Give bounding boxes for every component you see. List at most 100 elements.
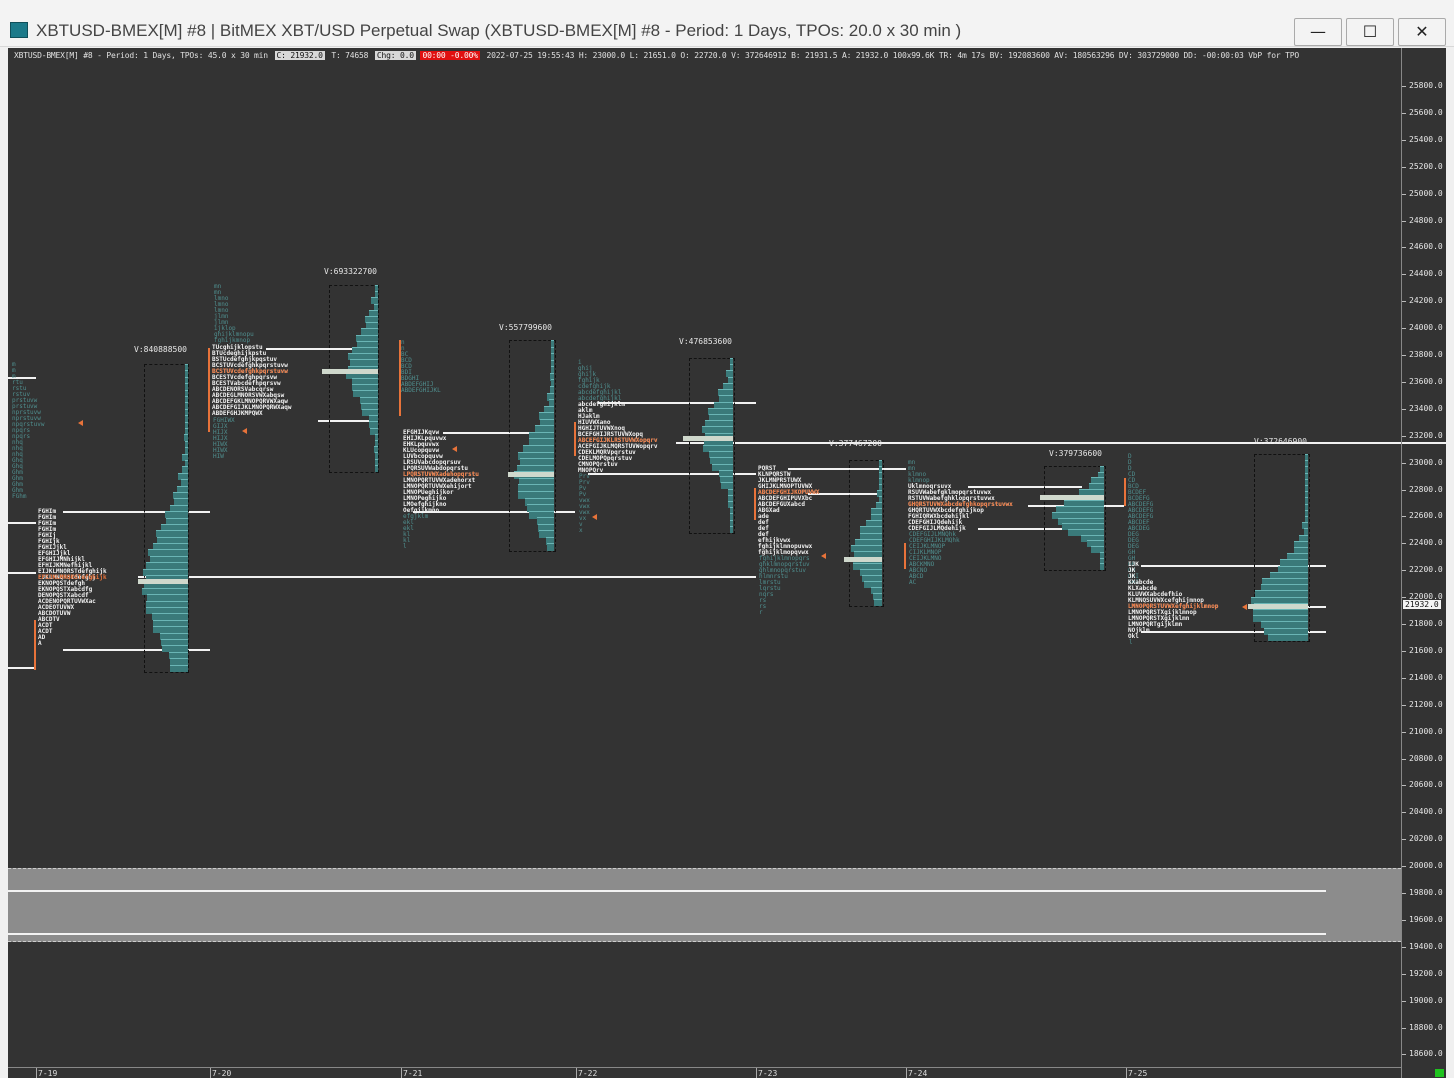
initial-balance-bar (208, 348, 210, 432)
price-tick-label: 24200.0 (1409, 296, 1443, 305)
price-tick (1402, 463, 1406, 464)
tpo-body-7-24: Uklmnoqrsuvx RSUVWabefgklmopqrstuvwx RST… (908, 483, 1013, 532)
date-label: 7-20 (212, 1069, 232, 1078)
infobar-ticks: T: 74658 (331, 51, 369, 60)
volume-bar (726, 370, 733, 377)
price-tick (1402, 382, 1406, 383)
tpo-open-row-7-20: BCSTUVcdefghkpqrstuvw (212, 368, 288, 375)
last-price-label: 21932.0 (1403, 600, 1441, 609)
volume-bar (146, 562, 188, 569)
tpo-open-row-7-21: LPQRSTUVWXadehopqrstu (403, 471, 479, 478)
infobar-change: Chg: 0.0 (374, 51, 416, 60)
volume-bar (375, 452, 378, 459)
price-tick-label: 20400.0 (1409, 807, 1443, 816)
volume-bar (1304, 528, 1308, 535)
volume-label-7-22: V:557799600 (499, 323, 552, 332)
date-label: 7-23 (758, 1069, 778, 1078)
volume-bar (1268, 634, 1308, 641)
price-tick-label: 21800.0 (1409, 619, 1443, 628)
poc-bar (844, 557, 882, 562)
volume-bar (353, 390, 378, 397)
price-tick-label: 21200.0 (1409, 700, 1443, 709)
volume-bar (185, 447, 188, 454)
level-line (8, 522, 36, 524)
price-tick-label: 24400.0 (1409, 269, 1443, 278)
volume-label-current: V:372646900 (1254, 437, 1307, 446)
price-tick (1402, 678, 1406, 679)
initial-balance-bar (34, 620, 36, 670)
price-tick-label: 23000.0 (1409, 458, 1443, 467)
market-profile-chart[interactable]: XBTUSD-BMEX[M] #8 - Period: 1 Days, TPOs… (8, 48, 1446, 1078)
price-tick-label: 21600.0 (1409, 646, 1443, 655)
infobar-symbol: XBTUSD-BMEX[M] #8 - Period: 1 Days, TPOs… (14, 51, 268, 60)
price-tick (1402, 974, 1406, 975)
price-tick (1402, 732, 1406, 733)
volume-bar (371, 297, 378, 304)
price-tick-label: 19200.0 (1409, 969, 1443, 978)
volume-bar (874, 599, 882, 606)
price-tick-label: 20200.0 (1409, 834, 1443, 843)
price-tick-label: 22000.0 (1409, 592, 1443, 601)
volume-bar (1100, 563, 1104, 570)
initial-balance-bar (754, 488, 756, 520)
minimize-button[interactable]: — (1294, 18, 1342, 46)
volume-bar (361, 328, 378, 335)
tpo-open-row-7-23: ABCDEFGHIJKOPUVWX (758, 489, 820, 496)
price-tick (1402, 759, 1406, 760)
price-tick (1402, 516, 1406, 517)
volume-bar (152, 613, 188, 620)
volume-bar (1305, 497, 1308, 504)
tpo-tail2-7-24: CDEFGIJLMNQhk CDEFGHIJKLMQhk CEIJKLMNOP … (909, 531, 960, 586)
naked-poc-line (138, 576, 756, 578)
volume-label-7-24: V:377467200 (829, 439, 882, 448)
volume-bar (730, 513, 733, 520)
price-axis[interactable]: 21932.0 25800.0 25600.0 25400.0 25200.0 2500… (1401, 48, 1446, 1078)
open-marker-icon (1242, 604, 1247, 610)
date-separator (210, 1068, 211, 1078)
poc-bar (1248, 604, 1308, 609)
volume-bar (162, 645, 188, 652)
volume-bar (170, 658, 188, 665)
volume-bar (369, 421, 378, 428)
tpo-tail2-7-20: FGHIWX GIJX HIJX HIJX HIWX HIWX HIW (213, 417, 235, 460)
infobar-close: C: 21932.0 (274, 51, 325, 60)
volume-bar (185, 415, 188, 422)
price-tick-label: 18800.0 (1409, 1023, 1443, 1032)
price-tick-label: 25600.0 (1409, 108, 1443, 117)
price-tick (1402, 866, 1406, 867)
maximize-button[interactable]: ☐ (1346, 18, 1394, 46)
volume-bar (174, 498, 188, 505)
window-titlebar: XBTUSD-BMEX[M] #8 | BitMEX XBT/USD Perpe… (0, 0, 1454, 47)
open-marker-icon (821, 553, 826, 559)
price-tick (1402, 1054, 1406, 1055)
price-tick (1402, 167, 1406, 168)
date-separator (906, 1068, 907, 1078)
volume-bar (547, 543, 554, 551)
volume-bar (184, 434, 188, 441)
volume-bar (1280, 559, 1308, 566)
poc-bar (683, 436, 733, 441)
volume-bar (147, 594, 188, 601)
price-tick (1402, 221, 1406, 222)
volume-bar (153, 626, 188, 633)
open-marker-icon (242, 428, 247, 434)
price-tick (1402, 651, 1406, 652)
price-tick-label: 22200.0 (1409, 565, 1443, 574)
date-label: 7-25 (1128, 1069, 1148, 1078)
volume-bar (170, 665, 188, 672)
close-button[interactable]: ✕ (1398, 18, 1446, 46)
volume-bar (182, 466, 188, 473)
price-tick (1402, 328, 1406, 329)
price-tick (1402, 301, 1406, 302)
level-line (8, 572, 36, 574)
price-tick (1402, 812, 1406, 813)
volume-bar (185, 383, 188, 390)
volume-bar (350, 359, 378, 366)
price-tick (1402, 785, 1406, 786)
price-tick (1402, 194, 1406, 195)
open-marker-icon (592, 514, 597, 520)
volume-label-7-25: V:379736600 (1049, 449, 1102, 458)
price-tick-label: 25800.0 (1409, 81, 1443, 90)
volume-bar (185, 402, 188, 409)
date-axis[interactable]: 7-19 7-20 7-21 7-22 7-23 7-24 7-25 (8, 1067, 1401, 1078)
